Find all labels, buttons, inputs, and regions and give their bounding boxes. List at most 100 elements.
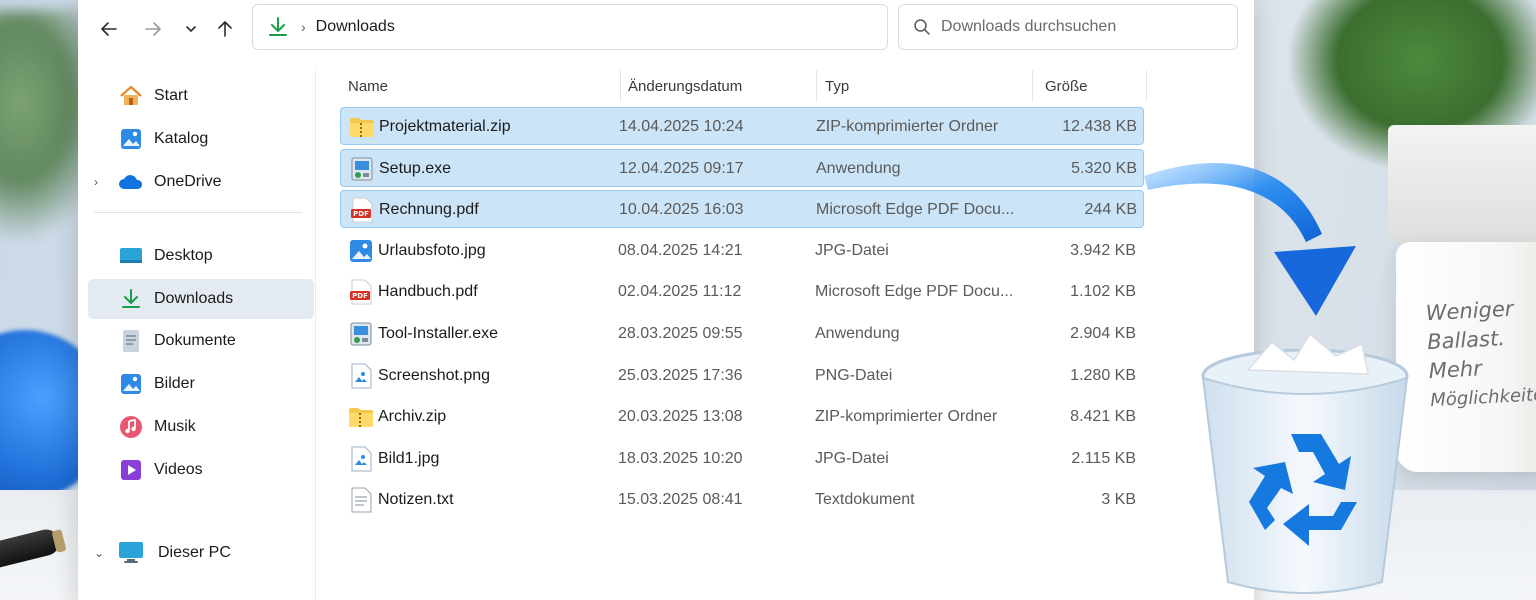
file-name: Tool-Installer.exe: [378, 325, 499, 342]
file-date: 14.04.2025 10:24: [619, 118, 744, 135]
file-date: 28.03.2025 09:55: [618, 325, 743, 342]
music-icon: [118, 414, 144, 440]
svg-text:PDF: PDF: [353, 210, 369, 218]
recent-locations-button[interactable]: [176, 14, 206, 44]
sidebar-item-label: Videos: [154, 461, 203, 478]
svg-text:PDF: PDF: [352, 292, 368, 300]
file-size: 12.438 KB: [1062, 118, 1137, 135]
file-type: ZIP-komprimierter Ordner: [816, 118, 999, 135]
file-row[interactable]: Notizen.txt 15.03.2025 08:41 Textdokument 3…: [340, 481, 1144, 519]
file-name: Archiv.zip: [378, 408, 447, 426]
sidebar-item-label: Downloads: [154, 290, 234, 307]
desktop-icon: [118, 243, 144, 269]
column-divider[interactable]: [1146, 70, 1147, 102]
sidebar-item-start[interactable]: Start: [88, 76, 314, 116]
file-date: 18.03.2025 10:20: [618, 449, 743, 467]
file-row[interactable]: PDF Handbuch.pdf 02.04.2025 11:12 Microsoft…: [340, 273, 1144, 311]
breadcrumb-downloads[interactable]: Downloads: [316, 18, 395, 36]
file-size: 2.904 KB: [1070, 325, 1136, 342]
home-icon: [118, 83, 144, 109]
file-row[interactable]: Projektmaterial.zip 14.04.2025 10:24 ZIP-k…: [340, 107, 1144, 145]
sidebar-item-label: Musik: [154, 418, 196, 435]
sidebar-item-downloads[interactable]: Downloads: [88, 279, 314, 319]
file-type: JPG-Datei: [815, 449, 889, 467]
cloud-icon: [118, 169, 144, 195]
file-size: 2.115 KB: [1071, 449, 1136, 467]
file-size: 1.102 KB: [1070, 283, 1136, 301]
column-header-type[interactable]: Typ: [825, 68, 849, 104]
file-row[interactable]: Urlaubsfoto.jpg 08.04.2025 14:21 JPG-Datei…: [340, 232, 1144, 270]
file-size: 1.280 KB: [1070, 366, 1136, 384]
search-placeholder: Downloads durchsuchen: [941, 18, 1117, 35]
file-type: Anwendung: [816, 159, 901, 177]
column-header-row: Name Änderungsdatum Typ Größe: [328, 68, 1148, 104]
arrow-up-icon: [218, 21, 232, 37]
file-size: 3.942 KB: [1070, 241, 1136, 259]
file-date: 25.03.2025 17:36: [618, 366, 743, 384]
column-header-name[interactable]: Name: [348, 68, 388, 104]
file-name: Rechnung.pdf: [379, 201, 479, 219]
sidebar-item-dieser-pc[interactable]: ⌄ Dieser PC: [88, 533, 314, 573]
computer-icon: [118, 540, 144, 566]
chevron-down-icon[interactable]: ⌄: [94, 546, 104, 560]
sidebar-divider: [94, 212, 302, 213]
sidebar-item-label: Katalog: [154, 130, 209, 147]
sidebar-item-desktop[interactable]: Desktop: [88, 236, 314, 276]
file-row[interactable]: Screenshot.png 25.03.2025 17:36 PNG-Datei 1…: [340, 357, 1144, 395]
breadcrumb-chevron-icon: ›: [301, 19, 306, 35]
file-size: 3 KB: [1101, 491, 1136, 509]
sidebar-item-videos[interactable]: Videos: [88, 450, 314, 490]
file-row[interactable]: PDF Rechnung.pdf 10.04.2025 16:03 Microsoft…: [340, 190, 1144, 229]
file-type: Anwendung: [815, 325, 900, 342]
file-explorer-window: › Downloads Downloads durchsuchen Start …: [78, 0, 1254, 600]
pictures-icon: [118, 371, 144, 397]
file-type: ZIP-komprimierter Ordner: [815, 408, 998, 426]
back-button[interactable]: [94, 14, 124, 44]
file-type: Microsoft Edge PDF Docu...: [815, 283, 1014, 301]
sidebar-item-musik[interactable]: Musik: [88, 407, 314, 447]
column-header-date[interactable]: Änderungsdatum: [628, 68, 742, 104]
sidebar-item-katalog[interactable]: Katalog: [88, 119, 314, 159]
sidebar-item-label: Dokumente: [154, 332, 236, 349]
file-type: JPG-Datei: [815, 241, 889, 259]
arrow-left-icon: [101, 22, 117, 36]
arrow-right-icon: [145, 22, 161, 36]
download-arrow-icon: [269, 17, 287, 36]
file-row[interactable]: Tool-Installer.exe 28.03.2025 09:55 Anwend…: [340, 315, 1144, 353]
up-button[interactable]: [210, 14, 240, 44]
chevron-down-icon: [186, 26, 196, 32]
zip-folder-icon: [348, 404, 374, 430]
file-date: 10.04.2025 16:03: [619, 201, 744, 219]
file-name: Bild1.jpg: [378, 449, 440, 467]
image-file-icon: [348, 363, 374, 389]
file-date: 15.03.2025 08:41: [618, 491, 743, 509]
column-divider[interactable]: [1032, 70, 1033, 102]
pdf-icon: PDF: [349, 197, 375, 223]
file-date: 08.04.2025 14:21: [618, 241, 743, 259]
file-row[interactable]: Bild1.jpg 18.03.2025 10:20 JPG-Datei 2.115 …: [340, 440, 1144, 478]
sidebar-item-onedrive[interactable]: › OneDrive: [88, 162, 314, 202]
mug-text: Weniger Ballast. Mehr Möglichkeiten.: [1425, 293, 1536, 415]
search-input[interactable]: Downloads durchsuchen: [898, 4, 1238, 50]
sidebar-item-label: Start: [154, 87, 188, 104]
navigation-toolbar: › Downloads Downloads durchsuchen: [78, 0, 1254, 64]
file-name: Notizen.txt: [378, 491, 454, 509]
text-file-icon: [348, 487, 374, 513]
sidebar-item-label: Bilder: [154, 375, 195, 392]
sidebar-item-dokumente[interactable]: Dokumente: [88, 321, 314, 361]
file-name: Projektmaterial.zip: [379, 118, 511, 135]
image-icon: [348, 238, 374, 264]
search-icon: [914, 19, 930, 35]
sidebar-item-label: Dieser PC: [158, 544, 231, 561]
sidebar-item-bilder[interactable]: Bilder: [88, 364, 314, 404]
forward-button[interactable]: [138, 14, 168, 44]
file-name: Setup.exe: [379, 159, 452, 177]
column-divider[interactable]: [620, 70, 621, 102]
address-bar[interactable]: › Downloads: [252, 4, 888, 50]
file-row[interactable]: Setup.exe 12.04.2025 09:17 Anwendung 5.320 …: [340, 148, 1144, 187]
column-divider[interactable]: [816, 70, 817, 102]
file-row[interactable]: Archiv.zip 20.03.2025 13:08 ZIP-komprimier…: [340, 398, 1144, 436]
column-header-size[interactable]: Größe: [1045, 68, 1088, 104]
chevron-right-icon[interactable]: ›: [94, 175, 98, 189]
file-name: Screenshot.png: [378, 366, 491, 384]
